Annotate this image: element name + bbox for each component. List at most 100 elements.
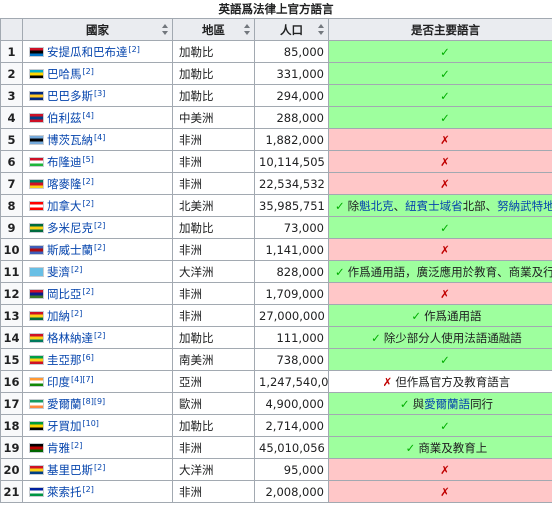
region-cell: 歐洲 [172, 392, 255, 415]
country-link[interactable]: 喀麥隆 [47, 177, 82, 191]
table-row: 18 牙買加[10] 加勒比 2,714,000 ✓ [0, 414, 552, 437]
reference-link[interactable]: [4] [94, 133, 105, 142]
reference-link[interactable]: [2] [71, 441, 82, 450]
sort-icon[interactable] [162, 24, 169, 35]
reference-link[interactable]: [2] [83, 199, 94, 208]
status-header[interactable]: 是否主要語言 [328, 18, 552, 41]
country-link[interactable]: 博茨瓦納 [47, 133, 93, 147]
country-link[interactable]: 加拿大 [47, 199, 82, 213]
cross-icon: ✗ [382, 374, 393, 389]
country-link[interactable]: 巴哈馬 [47, 67, 82, 81]
country-header[interactable]: 國家 [22, 18, 173, 41]
country-flag-icon [29, 200, 44, 211]
population-cell: 2,714,000 [254, 414, 329, 437]
country-flag-icon [29, 288, 44, 299]
country-flag-icon [29, 156, 44, 167]
country-cell: 加拿大[2] [22, 194, 173, 217]
sort-icon[interactable] [318, 24, 325, 35]
population-header[interactable]: 人口 [254, 18, 329, 41]
status-link[interactable]: 紐賓士域省 [405, 199, 463, 213]
country-link[interactable]: 伯利茲 [47, 111, 82, 125]
region-cell: 中美洲 [172, 106, 255, 129]
reference-link[interactable]: [8][9] [83, 397, 106, 406]
table-row: 9 多米尼克[2] 加勒比 73,000 ✓ [0, 216, 552, 239]
country-link[interactable]: 基里巴斯 [47, 463, 93, 477]
country-cell: 巴巴多斯[3] [22, 84, 173, 107]
region-cell: 加勒比 [172, 414, 255, 437]
primary-language-cell: ✗ [328, 238, 552, 261]
country-link[interactable]: 多米尼克 [47, 221, 93, 235]
primary-language-cell: ✗ [328, 480, 552, 503]
reference-link[interactable]: [4] [83, 111, 94, 120]
region-cell: 非洲 [172, 480, 255, 503]
population-cell: 111,000 [254, 326, 329, 349]
country-link[interactable]: 肯雅 [47, 441, 70, 455]
check-icon: ✓ [440, 110, 450, 125]
region-cell: 非洲 [172, 172, 255, 195]
population-cell: 288,000 [254, 106, 329, 129]
country-link[interactable]: 加納 [47, 309, 70, 323]
reference-link[interactable]: [3] [94, 89, 105, 98]
country-link[interactable]: 安提瓜和巴布達 [47, 45, 128, 59]
reference-link[interactable]: [2] [83, 67, 94, 76]
primary-language-cell: ✓ 除少部分人使用法語通融語 [328, 326, 552, 349]
country-cell: 基里巴斯[2] [22, 458, 173, 481]
country-link[interactable]: 圭亞那 [47, 353, 82, 367]
cross-icon: ✗ [440, 132, 450, 147]
country-cell: 安提瓜和巴布達[2] [22, 40, 173, 63]
country-link[interactable]: 格林納達 [47, 331, 93, 345]
row-number: 18 [0, 414, 23, 437]
sort-icon[interactable] [244, 24, 251, 35]
status-link[interactable]: 魁北克 [359, 199, 394, 213]
country-link[interactable]: 萊索托 [47, 485, 82, 499]
country-cell: 博茨瓦納[4] [22, 128, 173, 151]
country-cell: 斯威士蘭[2] [22, 238, 173, 261]
reference-link[interactable]: [2] [129, 45, 140, 54]
reference-link[interactable]: [10] [83, 419, 99, 428]
region-cell: 亞洲 [172, 370, 255, 393]
reference-link[interactable]: [2] [83, 485, 94, 494]
region-cell: 加勒比 [172, 216, 255, 239]
country-link[interactable]: 印度 [47, 375, 70, 389]
reference-link[interactable]: [4][7] [71, 375, 94, 384]
status-link[interactable]: 愛爾蘭語 [424, 397, 470, 411]
reference-link[interactable]: [2] [71, 265, 82, 274]
country-link[interactable]: 巴巴多斯 [47, 89, 93, 103]
country-link[interactable]: 牙買加 [47, 419, 82, 433]
region-cell: 非洲 [172, 150, 255, 173]
table-row: 1 安提瓜和巴布達[2] 加勒比 85,000 ✓ [0, 40, 552, 63]
reference-link[interactable]: [2] [94, 221, 105, 230]
row-number: 17 [0, 392, 23, 415]
status-text: 北部、 [462, 198, 498, 213]
country-link[interactable]: 斯威士蘭 [47, 243, 93, 257]
reference-link[interactable]: [6] [83, 353, 94, 362]
reference-link[interactable]: [2] [94, 331, 105, 340]
table-row: 3 巴巴多斯[3] 加勒比 294,000 ✓ [0, 84, 552, 107]
reference-link[interactable]: [2] [83, 177, 94, 186]
table-row: 20 基里巴斯[2] 大洋洲 95,000 ✗ [0, 458, 552, 481]
region-header[interactable]: 地區 [172, 18, 255, 41]
reference-link[interactable]: [2] [94, 463, 105, 472]
country-link[interactable]: 斐濟 [47, 265, 70, 279]
population-cell: 27,000,000 [254, 304, 329, 327]
country-flag-icon [29, 222, 44, 233]
reference-link[interactable]: [2] [83, 287, 94, 296]
primary-language-cell: ✗ 但作爲官方及教育語言 [328, 370, 552, 393]
status-link[interactable]: 努納武特地區外 [497, 199, 552, 213]
row-number: 20 [0, 458, 23, 481]
table-row: 16印度[4][7]亞洲1,247,540,000✗但作爲官方及教育語言 [0, 370, 552, 393]
status-text: 但作爲官方及教育語言 [395, 374, 511, 389]
reference-link[interactable]: [2] [71, 309, 82, 318]
primary-language-cell: ✓ [328, 216, 552, 239]
reference-link[interactable]: [2] [94, 243, 105, 252]
rank-header [0, 18, 23, 41]
check-icon: ✓ [335, 264, 345, 279]
country-flag-icon [29, 90, 44, 101]
country-link[interactable]: 布隆迪 [47, 155, 82, 169]
reference-link[interactable]: [5] [83, 155, 94, 164]
country-link[interactable]: 愛爾蘭 [47, 397, 82, 411]
population-cell: 1,709,000 [254, 282, 329, 305]
country-link[interactable]: 岡比亞 [47, 287, 82, 301]
table-row: 13 加納[2] 非洲 27,000,000 ✓ 作爲通用語 [0, 304, 552, 327]
table-caption: 英語爲法律上官方語言 [218, 2, 334, 16]
